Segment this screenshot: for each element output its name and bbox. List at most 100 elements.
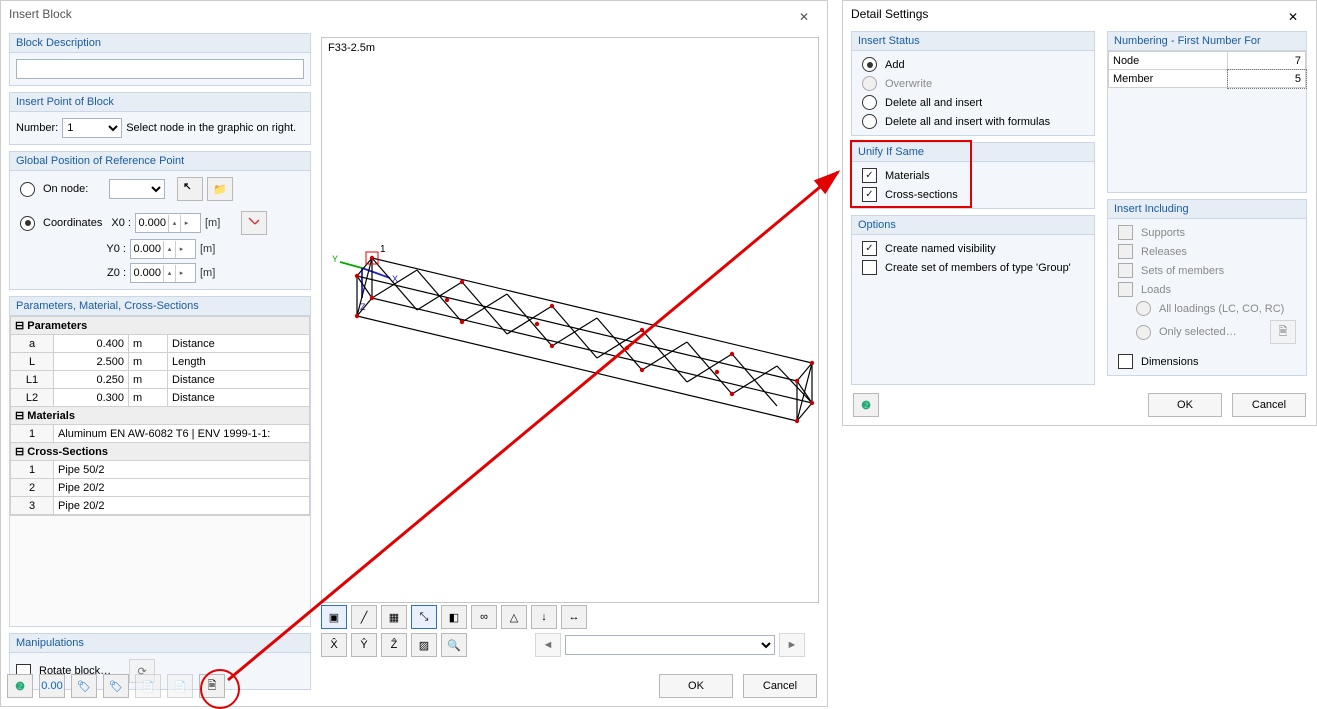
copy2-icon[interactable]: 📄 <box>167 674 193 698</box>
svg-text:1: 1 <box>380 244 386 255</box>
tool-line-icon[interactable]: ╱ <box>351 605 377 629</box>
deleteinsert-label: Delete all and insert <box>885 97 982 109</box>
add-label: Add <box>885 59 905 71</box>
folder-icon[interactable]: 📁 <box>207 177 233 201</box>
help-icon[interactable]: ❷ <box>7 674 33 698</box>
tool-dim-icon[interactable]: ↔ <box>561 605 587 629</box>
cancel-button[interactable]: Cancel <box>743 674 817 698</box>
tool-link-icon[interactable]: ∞ <box>471 605 497 629</box>
sets-label: Sets of members <box>1141 265 1224 277</box>
tool-grid-icon[interactable]: ▦ <box>381 605 407 629</box>
close-icon[interactable]: ✕ <box>789 4 819 24</box>
ok-button[interactable]: OK <box>1148 393 1222 417</box>
group-set-checkbox[interactable] <box>862 260 877 275</box>
on-node-select[interactable] <box>109 179 165 199</box>
view-zoom-icon[interactable]: 🔍 <box>441 633 467 657</box>
options-group: Options Create named visibility Create s… <box>851 215 1095 385</box>
number-label: Number: <box>16 122 58 134</box>
tool-support-icon[interactable]: △ <box>501 605 527 629</box>
preview-viewport[interactable]: F33-2.5m Y Z X <box>321 37 819 603</box>
deleteinsert-radio[interactable] <box>862 95 877 110</box>
tag1-icon[interactable]: 🏷 <box>71 674 97 698</box>
all-loadings-radio <box>1136 301 1151 316</box>
view-iso-icon[interactable]: ▨ <box>411 633 437 657</box>
view-xz-icon[interactable]: Ŷ <box>351 633 377 657</box>
tool-solid-icon[interactable]: ◧ <box>441 605 467 629</box>
dialog2-buttons: OK Cancel <box>1148 393 1306 417</box>
tool-axes-icon[interactable]: ⤡ <box>411 605 437 629</box>
view-yz-icon[interactable]: Ẑ <box>381 633 407 657</box>
view-xy-icon[interactable]: X̂ <box>321 633 347 657</box>
overwrite-radio <box>862 76 877 91</box>
materials-checkbox[interactable] <box>862 168 877 183</box>
y0-label: Y0 : <box>104 243 126 255</box>
detail-right-col: Numbering - First Number For Node7 Membe… <box>1103 29 1311 382</box>
viewport-toolbar-1: ▣ ╱ ▦ ⤡ ◧ ∞ △ ↓ ↔ <box>321 605 819 629</box>
on-node-radio[interactable] <box>20 182 35 197</box>
table-row: L10.250mDistance <box>11 371 310 389</box>
supports-checkbox <box>1118 225 1133 240</box>
releases-label: Releases <box>1141 246 1187 258</box>
ok-button[interactable]: OK <box>659 674 733 698</box>
including-title: Insert Including <box>1108 200 1306 219</box>
nav-prev-icon[interactable]: ◄ <box>535 633 561 657</box>
details-icon[interactable]: 🗎 <box>199 674 225 698</box>
unify-title: Unify If Same <box>852 143 1094 162</box>
view-select[interactable] <box>565 635 775 655</box>
coordinates-radio[interactable] <box>20 216 35 231</box>
insert-block-title: Insert Block <box>9 1 72 27</box>
global-position-group: Global Position of Reference Point On no… <box>9 151 311 290</box>
add-radio[interactable] <box>862 57 877 72</box>
insert-block-dialog: Insert Block ✕ Block Description Insert … <box>0 0 828 707</box>
table-row: 2Pipe 20/2 <box>11 479 310 497</box>
nav-next-icon[interactable]: ► <box>779 633 805 657</box>
pick-point-icon[interactable] <box>241 211 267 235</box>
manipulations-title: Manipulations <box>10 634 310 653</box>
x0-input[interactable]: 0.000▴▸ <box>135 213 201 233</box>
units-icon[interactable]: 0.00 <box>39 674 65 698</box>
parameters-table[interactable]: ⊟ Parameters a0.400mDistance L2.500mLeng… <box>10 316 310 515</box>
block-description-title: Block Description <box>10 34 310 53</box>
tag2-icon[interactable]: 🏷 <box>103 674 129 698</box>
cross-sections-checkbox[interactable] <box>862 187 877 202</box>
numbering-table[interactable]: Node7 Member5 <box>1108 51 1306 88</box>
close-icon[interactable]: ✕ <box>1278 4 1308 24</box>
table-row: 1Aluminum EN AW-6082 T6 | ENV 1999-1-1: <box>11 425 310 443</box>
cancel-button[interactable]: Cancel <box>1232 393 1306 417</box>
table-row: a0.400mDistance <box>11 335 310 353</box>
sets-checkbox <box>1118 263 1133 278</box>
truss-graphic: Y Z X <box>322 38 818 598</box>
bottom-left-toolbar: ❷ 0.00 🏷 🏷 📄 📄 🗎 <box>7 672 225 700</box>
options-title: Options <box>852 216 1094 235</box>
parameters-title: Parameters, Material, Cross-Sections <box>10 297 310 316</box>
left-panel: Block Description Insert Point of Block … <box>5 31 315 696</box>
number-select[interactable]: 1 <box>62 118 122 138</box>
insert-block-title-bar: Insert Block ✕ <box>1 1 827 27</box>
help-icon[interactable]: ❷ <box>853 393 879 417</box>
named-visibility-checkbox[interactable] <box>862 241 877 256</box>
y0-input[interactable]: 0.000▴▸ <box>130 239 196 259</box>
table-row: L20.300mDistance <box>11 389 310 407</box>
insert-point-group: Insert Point of Block Number: 1 Select n… <box>9 92 311 145</box>
dimensions-checkbox[interactable] <box>1118 354 1133 369</box>
detail-left-col: Insert Status Add Overwrite Delete all a… <box>847 29 1099 391</box>
supports-label: Supports <box>1141 227 1185 239</box>
cross-sections-label: Cross-sections <box>885 189 958 201</box>
tool-load-icon[interactable]: ↓ <box>531 605 557 629</box>
deleteinsertf-radio[interactable] <box>862 114 877 129</box>
copy1-icon[interactable]: 📄 <box>135 674 161 698</box>
only-selected-label: Only selected… <box>1159 326 1266 338</box>
only-selected-radio <box>1136 325 1151 340</box>
including-group: Insert Including Supports Releases Sets … <box>1107 199 1307 376</box>
svg-text:Y: Y <box>332 254 338 264</box>
block-description-group: Block Description <box>9 33 311 86</box>
global-position-title: Global Position of Reference Point <box>10 152 310 171</box>
pick-node-icon[interactable] <box>177 177 203 201</box>
detail-settings-title: Detail Settings <box>851 1 928 27</box>
z0-input[interactable]: 0.000▴▸ <box>130 263 196 283</box>
z0-unit: [m] <box>200 267 220 279</box>
numbering-group: Numbering - First Number For Node7 Membe… <box>1107 31 1307 193</box>
tool-iso-icon[interactable]: ▣ <box>321 605 347 629</box>
block-description-input[interactable] <box>16 59 304 79</box>
x0-label: X0 : <box>109 217 131 229</box>
